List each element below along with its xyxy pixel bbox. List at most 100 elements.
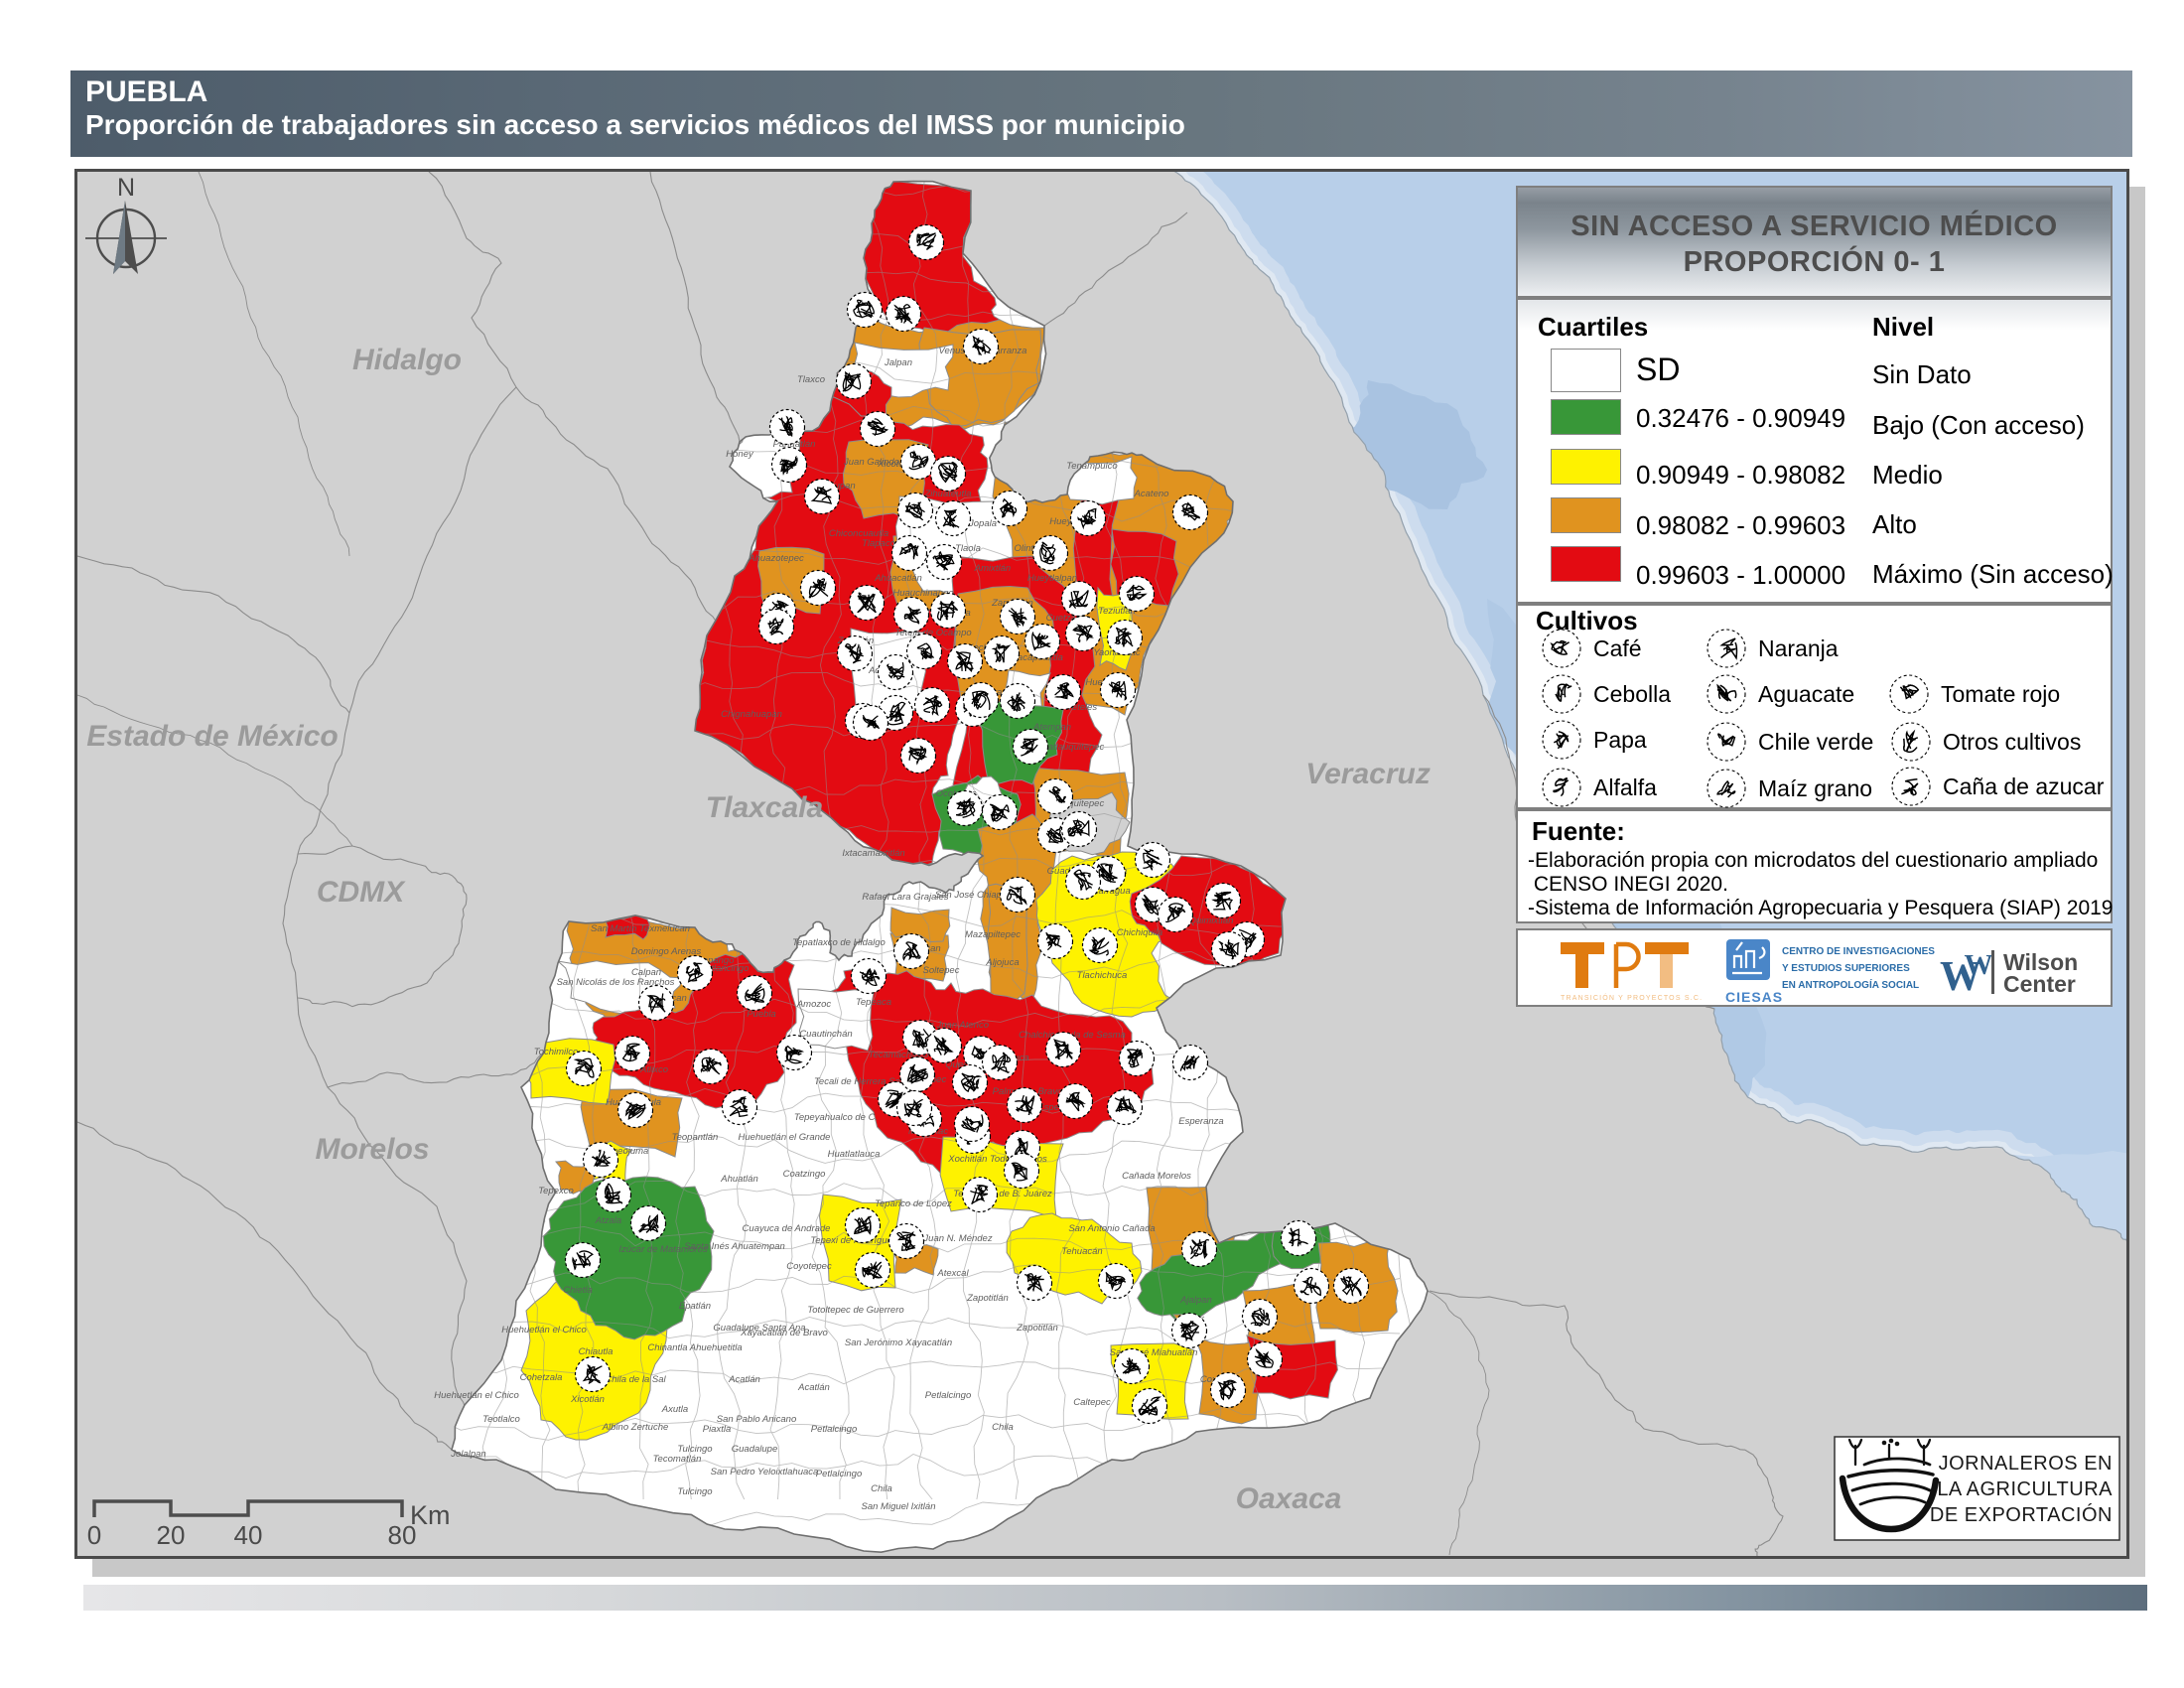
- svg-text:Tochimilco: Tochimilco: [534, 1047, 579, 1057]
- svg-text:Chila de la Sal: Chila de la Sal: [605, 1374, 666, 1385]
- svg-text:Chila: Chila: [871, 1483, 892, 1494]
- svg-text:CDMX: CDMX: [317, 876, 406, 909]
- svg-text:Chichiquila: Chichiquila: [1117, 927, 1162, 938]
- svg-text:Zapotitlán: Zapotitlán: [966, 1293, 1009, 1304]
- svg-text:Axutla: Axutla: [661, 1404, 688, 1415]
- svg-text:Cañada Morelos: Cañada Morelos: [1122, 1171, 1191, 1182]
- svg-text:Aljojuca: Aljojuca: [985, 957, 1019, 968]
- svg-text:Cultivos: Cultivos: [1536, 606, 1638, 635]
- svg-text:Café: Café: [1593, 635, 1642, 661]
- svg-text:Morelos: Morelos: [315, 1133, 429, 1166]
- svg-text:Guadalupe Santa Ana: Guadalupe Santa Ana: [713, 1323, 805, 1334]
- svg-text:Acatlán: Acatlán: [728, 1374, 760, 1385]
- svg-text:Center: Center: [2003, 971, 2076, 997]
- svg-text:Xicotlán: Xicotlán: [570, 1394, 605, 1405]
- svg-text:Teotlalco: Teotlalco: [482, 1414, 520, 1425]
- svg-text:Huehuetlán el Chico: Huehuetlán el Chico: [501, 1325, 587, 1336]
- svg-text:Domingo Arenas: Domingo Arenas: [631, 946, 702, 957]
- svg-text:Ixtacamaxtitlán: Ixtacamaxtitlán: [842, 848, 904, 859]
- svg-text:San Jerónimo Xayacatlán: San Jerónimo Xayacatlán: [845, 1337, 952, 1348]
- svg-text:Chiconcuautla: Chiconcuautla: [829, 528, 888, 539]
- svg-text:Totoltepec de Guerrero: Totoltepec de Guerrero: [807, 1305, 903, 1316]
- svg-text:20: 20: [157, 1520, 186, 1550]
- svg-text:Chile verde: Chile verde: [1758, 729, 1873, 755]
- svg-text:Soltepec: Soltepec: [923, 965, 960, 976]
- svg-text:Tulcingo: Tulcingo: [677, 1486, 712, 1497]
- svg-text:EN ANTROPOLOGÍA SOCIAL: EN ANTROPOLOGÍA SOCIAL: [1782, 978, 1919, 991]
- svg-text:Chietla: Chietla: [563, 1285, 593, 1296]
- svg-text:Y ESTUDIOS SUPERIORES: Y ESTUDIOS SUPERIORES: [1782, 963, 1910, 974]
- svg-text:Tepeyahualco de C.: Tepeyahualco de C.: [794, 1112, 878, 1123]
- svg-text:Hidalgo: Hidalgo: [352, 344, 462, 376]
- svg-text:Tlaxcala: Tlaxcala: [706, 791, 823, 824]
- svg-text:Jopala: Jopala: [968, 518, 997, 529]
- svg-text:Cuayuca de Andrade: Cuayuca de Andrade: [743, 1223, 831, 1234]
- svg-text:San Martín Texmelucan: San Martín Texmelucan: [591, 923, 690, 934]
- svg-text:Teopantlán: Teopantlán: [672, 1132, 719, 1143]
- svg-text:Ahuacatlán: Ahuacatlán: [874, 573, 922, 584]
- svg-text:Puebla: Puebla: [747, 1009, 776, 1020]
- svg-text:Alfalfa: Alfalfa: [1593, 774, 1657, 800]
- svg-text:Otros cultivos: Otros cultivos: [1943, 729, 2081, 755]
- svg-text:Piaxtla: Piaxtla: [703, 1424, 732, 1435]
- svg-text:Chiautla: Chiautla: [579, 1346, 614, 1357]
- svg-text:San Miguel Ixitlán: San Miguel Ixitlán: [862, 1501, 936, 1512]
- svg-text:Honey: Honey: [726, 449, 754, 460]
- svg-text:San Antonio Cañada: San Antonio Cañada: [1068, 1223, 1155, 1234]
- svg-text:Caltepec: Caltepec: [1073, 1397, 1111, 1408]
- svg-text:Tlatlauquitepec: Tlatlauquitepec: [1040, 742, 1105, 753]
- svg-text:Tepexco: Tepexco: [538, 1186, 574, 1196]
- svg-text:Mazapiltepec: Mazapiltepec: [965, 929, 1021, 940]
- svg-text:Calpan: Calpan: [631, 967, 661, 978]
- svg-text:Veracruz: Veracruz: [1305, 758, 1431, 790]
- svg-text:Guadalupe: Guadalupe: [732, 1444, 777, 1455]
- svg-text:Tepanco de López: Tepanco de López: [875, 1198, 952, 1209]
- svg-text:San Pedro Yeloixtlahuaca: San Pedro Yeloixtlahuaca: [711, 1467, 819, 1477]
- svg-text:LA AGRICULTURA: LA AGRICULTURA: [1937, 1478, 2113, 1500]
- svg-text:Cuautinchán: Cuautinchán: [799, 1029, 852, 1040]
- svg-text:DE EXPORTACIÓN: DE EXPORTACIÓN: [1930, 1503, 2113, 1526]
- svg-text:Amixtlán: Amixtlán: [974, 563, 1011, 574]
- svg-text:Tlachichuca: Tlachichuca: [1077, 970, 1128, 981]
- svg-text:Tecomatlán: Tecomatlán: [653, 1454, 702, 1465]
- svg-text:Atexcal: Atexcal: [936, 1268, 969, 1279]
- svg-text:Amozoc: Amozoc: [796, 999, 832, 1010]
- svg-text:Cohetzala: Cohetzala: [520, 1372, 563, 1383]
- svg-text:Tepeaca: Tepeaca: [856, 997, 891, 1008]
- svg-text:Chinantla Ahuehuetitla: Chinantla Ahuehuetitla: [647, 1342, 742, 1353]
- svg-text:Chila: Chila: [992, 1422, 1014, 1433]
- svg-text:Cebolla: Cebolla: [1593, 681, 1671, 707]
- svg-text:Juan N. Méndez: Juan N. Méndez: [922, 1233, 992, 1244]
- svg-text:Zapotitlán: Zapotitlán: [1016, 1323, 1058, 1334]
- svg-text:Acateno: Acateno: [1134, 489, 1169, 499]
- svg-text:Coyotepec: Coyotepec: [786, 1261, 832, 1272]
- svg-text:CIESAS: CIESAS: [1725, 989, 1783, 1005]
- svg-text:Acatlán: Acatlán: [797, 1382, 830, 1393]
- svg-text:W: W: [1965, 949, 1993, 981]
- svg-text:Santa Inés Ahuatempan: Santa Inés Ahuatempan: [684, 1241, 785, 1252]
- svg-text:Tenampulco: Tenampulco: [1066, 461, 1117, 472]
- svg-text:Papa: Papa: [1593, 727, 1647, 753]
- svg-text:Naranja: Naranja: [1758, 635, 1839, 661]
- svg-text:Caña de azucar: Caña de azucar: [1943, 774, 2105, 799]
- svg-text:Coatzingo: Coatzingo: [783, 1169, 826, 1180]
- svg-text:Tlaxco: Tlaxco: [797, 374, 825, 385]
- svg-text:TRANSICIÓN Y PROYECTOS S.C.: TRANSICIÓN Y PROYECTOS S.C.: [1561, 993, 1703, 1002]
- svg-text:San José Chiapa: San José Chiapa: [935, 890, 1007, 901]
- svg-text:Km: Km: [410, 1500, 451, 1530]
- svg-text:Epatlán: Epatlán: [679, 1301, 711, 1312]
- svg-text:40: 40: [234, 1520, 263, 1550]
- svg-text:Jolalpan: Jolalpan: [450, 1449, 485, 1460]
- svg-text:Maíz grano: Maíz grano: [1758, 775, 1872, 801]
- svg-text:Petlalcingo: Petlalcingo: [816, 1469, 862, 1479]
- svg-text:Petlalcingo: Petlalcingo: [925, 1390, 971, 1401]
- svg-text:Huehuetlán el Chico: Huehuetlán el Chico: [434, 1390, 519, 1401]
- svg-text:Albino Zertuche: Albino Zertuche: [602, 1422, 669, 1433]
- svg-text:Ahuazotepec: Ahuazotepec: [748, 553, 804, 564]
- svg-text:Atzala: Atzala: [595, 1215, 621, 1226]
- svg-text:Chignahuapan: Chignahuapan: [721, 709, 782, 720]
- svg-text:Tepatlaxco de Hidalgo: Tepatlaxco de Hidalgo: [792, 937, 886, 948]
- svg-text:Ajalpan: Ajalpan: [1179, 1295, 1212, 1306]
- svg-text:JORNALEROS EN: JORNALEROS EN: [1939, 1453, 2113, 1475]
- svg-text:N: N: [117, 174, 135, 202]
